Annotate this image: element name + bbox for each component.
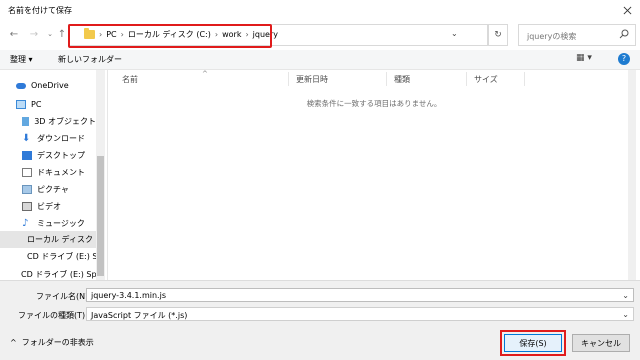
sidebar-item-label: ローカル ディスク (C bbox=[27, 235, 96, 244]
filetype-value: JavaScript ファイル (*.js) bbox=[91, 311, 188, 320]
column-divider[interactable] bbox=[524, 72, 525, 86]
back-arrow-icon[interactable]: ← bbox=[8, 28, 20, 40]
navigation-pane[interactable]: OneDrive PC 3D オブジェクト ⬇ ダウンロード デスクトップ ドキ… bbox=[0, 70, 108, 280]
column-header-modified[interactable]: 更新日時 bbox=[296, 74, 328, 85]
breadcrumb-pc[interactable]: PC bbox=[106, 30, 116, 39]
breadcrumb-work[interactable]: work bbox=[222, 30, 241, 39]
filename-input[interactable]: jquery-3.4.1.min.js ⌄ bbox=[86, 288, 634, 302]
chevron-down-icon[interactable]: ⌄ bbox=[622, 310, 629, 319]
column-divider[interactable] bbox=[386, 72, 387, 86]
sidebar-item-3d-objects[interactable]: 3D オブジェクト bbox=[0, 113, 96, 130]
sidebar-item-onedrive[interactable]: OneDrive bbox=[0, 77, 96, 94]
new-folder-button[interactable]: 新しいフォルダー bbox=[58, 54, 122, 65]
chevron-right-icon: › bbox=[245, 30, 249, 39]
sidebar-item-label: デスクトップ bbox=[37, 151, 85, 160]
breadcrumb-local-disk[interactable]: ローカル ディスク (C:) bbox=[128, 29, 211, 40]
sidebar-item-pc[interactable]: PC bbox=[0, 96, 96, 113]
sidebar-item-label: OneDrive bbox=[31, 81, 69, 90]
view-options-icon[interactable]: ▦ ▾ bbox=[576, 53, 592, 63]
recent-dropdown-icon[interactable]: ⌄ bbox=[44, 28, 56, 40]
column-divider[interactable] bbox=[288, 72, 289, 86]
up-arrow-icon[interactable]: ↑ bbox=[56, 28, 68, 40]
title-bar: 名前を付けて保存 bbox=[0, 0, 640, 20]
video-icon bbox=[22, 202, 32, 211]
sidebar-item-desktop[interactable]: デスクトップ bbox=[0, 147, 96, 164]
breadcrumb: › PC › ローカル ディスク (C:) › work › jquery bbox=[84, 28, 278, 40]
hide-folders-toggle[interactable]: ^ フォルダーの非表示 bbox=[10, 337, 94, 348]
sidebar-item-music[interactable]: ♪ ミュージック bbox=[0, 215, 96, 232]
search-icon[interactable] bbox=[619, 29, 629, 41]
sidebar-item-videos[interactable]: ビデオ bbox=[0, 198, 96, 215]
breadcrumb-jquery[interactable]: jquery bbox=[253, 30, 278, 39]
cancel-button[interactable]: キャンセル bbox=[572, 334, 630, 352]
sort-up-icon: ^ bbox=[202, 70, 208, 78]
sidebar-item-label: ビデオ bbox=[37, 202, 61, 211]
sidebar-item-label: CD ドライブ (E:) Sp bbox=[27, 252, 96, 261]
file-list-scrollbar[interactable] bbox=[628, 70, 636, 280]
column-header-type[interactable]: 種類 bbox=[394, 74, 410, 85]
pc-icon bbox=[16, 100, 26, 109]
refresh-icon[interactable]: ↻ bbox=[488, 24, 508, 46]
filename-label: ファイル名(N): bbox=[36, 292, 91, 301]
window-title: 名前を付けて保存 bbox=[8, 6, 72, 15]
help-icon[interactable]: ? bbox=[618, 53, 630, 65]
sidebar-item-documents[interactable]: ドキュメント bbox=[0, 164, 96, 181]
column-header-name[interactable]: 名前 bbox=[122, 74, 138, 85]
chevron-down-icon[interactable]: ⌄ bbox=[451, 29, 458, 38]
download-icon: ⬇ bbox=[22, 133, 31, 144]
search-box[interactable]: jqueryの検索 bbox=[518, 24, 636, 46]
forward-arrow-icon[interactable]: → bbox=[28, 28, 40, 40]
sidebar-item-label: ピクチャ bbox=[37, 185, 69, 194]
search-placeholder: jqueryの検索 bbox=[527, 32, 577, 41]
column-divider[interactable] bbox=[466, 72, 467, 86]
chevron-right-icon: › bbox=[99, 30, 103, 39]
column-header-size[interactable]: サイズ bbox=[474, 74, 498, 85]
document-icon bbox=[22, 168, 32, 177]
sidebar-item-label: 3D オブジェクト bbox=[34, 117, 96, 126]
sidebar-scrollbar-thumb[interactable] bbox=[97, 156, 104, 276]
sidebar-item-pictures[interactable]: ピクチャ bbox=[0, 181, 96, 198]
chevron-up-icon: ^ bbox=[10, 338, 17, 347]
cube-icon bbox=[22, 117, 30, 126]
save-button[interactable]: 保存(S) bbox=[504, 334, 562, 352]
sidebar-item-label: ドキュメント bbox=[37, 168, 85, 177]
sidebar-item-label: ミュージック bbox=[37, 219, 85, 228]
hide-folders-label: フォルダーの非表示 bbox=[21, 338, 94, 347]
chevron-down-icon[interactable]: ⌄ bbox=[622, 291, 629, 300]
close-icon[interactable] bbox=[620, 3, 634, 17]
desktop-icon bbox=[22, 151, 32, 160]
sidebar-item-label: ダウンロード bbox=[37, 134, 85, 143]
filename-value: jquery-3.4.1.min.js bbox=[91, 291, 166, 300]
sidebar-item-cd-drive[interactable]: CD ドライブ (E:) Sp bbox=[0, 248, 96, 265]
sidebar-item-label: PC bbox=[31, 100, 42, 109]
cloud-icon bbox=[16, 82, 26, 89]
chevron-right-icon: › bbox=[214, 30, 219, 39]
sidebar-item-label: CD ドライブ (E:) Spe bbox=[21, 270, 96, 279]
sidebar-scrollbar[interactable] bbox=[96, 70, 105, 280]
file-list[interactable]: 名前 ^ 更新日時 種類 サイズ 検索条件に一致する項目はありません。 bbox=[108, 70, 640, 280]
organize-label: 整理 bbox=[10, 55, 26, 64]
sidebar-item-local-disk[interactable]: ローカル ディスク (C bbox=[0, 231, 96, 248]
filetype-label: ファイルの種類(T): bbox=[18, 311, 88, 320]
folder-icon bbox=[84, 28, 95, 39]
organize-button[interactable]: 整理 ▾ bbox=[10, 54, 33, 65]
sidebar-item-downloads[interactable]: ⬇ ダウンロード bbox=[0, 130, 96, 147]
empty-message: 検索条件に一致する項目はありません。 bbox=[306, 99, 442, 108]
filetype-select[interactable]: JavaScript ファイル (*.js) ⌄ bbox=[86, 307, 634, 321]
chevron-right-icon: › bbox=[120, 30, 124, 39]
music-icon: ♪ bbox=[22, 218, 29, 229]
command-bar: 整理 ▾ 新しいフォルダー ▦ ▾ ? bbox=[0, 50, 640, 70]
picture-icon bbox=[22, 185, 32, 194]
